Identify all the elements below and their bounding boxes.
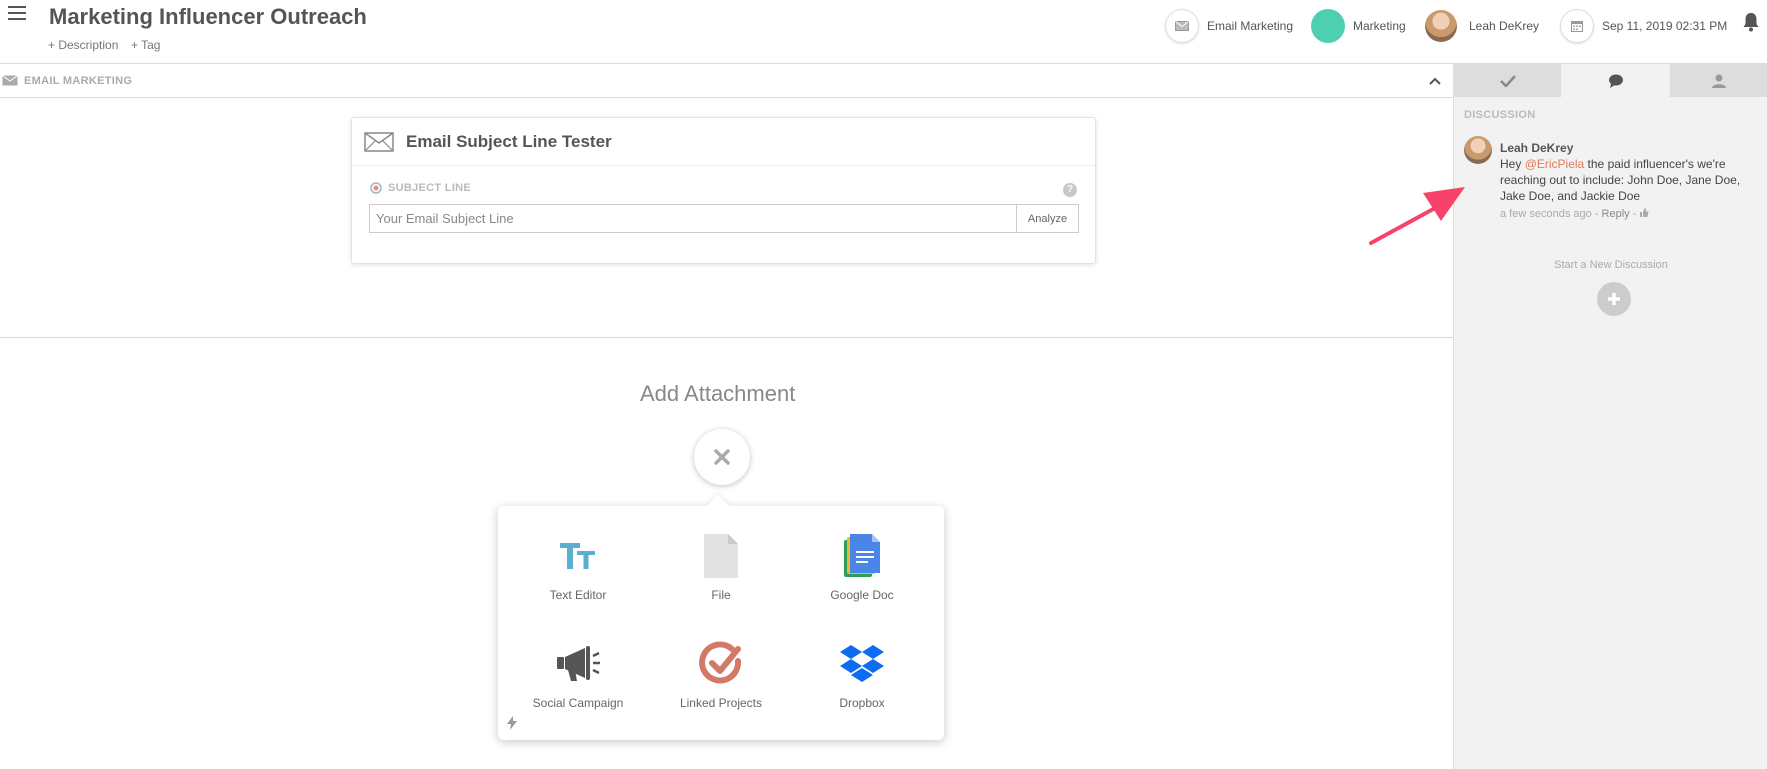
- project-type[interactable]: Email Marketing: [1165, 9, 1294, 43]
- team-selector[interactable]: Marketing: [1311, 9, 1406, 43]
- target-icon: [370, 182, 382, 194]
- envelope-icon: [1165, 9, 1199, 43]
- subject-label-row: SUBJECT LINE: [370, 182, 471, 194]
- checkmark-icon: [1499, 74, 1516, 87]
- attachment-menu: Text Editor File Google Doc Social Campa…: [498, 506, 944, 740]
- section-bar: EMAIL MARKETING: [0, 64, 1453, 98]
- comment-author: Leah DeKrey: [1500, 141, 1574, 155]
- subject-label: SUBJECT LINE: [388, 182, 472, 194]
- separator: -: [1591, 208, 1602, 220]
- help-icon[interactable]: ?: [1063, 183, 1077, 197]
- close-button[interactable]: [694, 429, 750, 485]
- attach-dropbox[interactable]: Dropbox: [792, 640, 932, 730]
- user-icon: [1711, 74, 1726, 88]
- comment-text: Hey: [1500, 157, 1525, 171]
- project-type-label: Email Marketing: [1207, 19, 1294, 33]
- linked-projects-icon: [699, 641, 742, 684]
- text-editor-icon: [560, 543, 595, 569]
- tab-people[interactable]: [1670, 64, 1767, 97]
- attach-linked-projects[interactable]: Linked Projects: [651, 640, 791, 730]
- section-label: EMAIL MARKETING: [24, 74, 133, 87]
- mention-link[interactable]: @EricPiela: [1525, 157, 1585, 171]
- dropbox-icon: [840, 645, 884, 682]
- envelope-icon: [2, 75, 18, 86]
- attach-file[interactable]: File: [651, 532, 791, 622]
- assignee[interactable]: Leah DeKrey: [1425, 10, 1539, 42]
- card-header: Email Subject Line Tester: [352, 118, 1095, 166]
- megaphone-icon: [557, 646, 600, 681]
- separator: -: [1629, 208, 1640, 220]
- attach-social-campaign[interactable]: Social Campaign: [508, 640, 648, 730]
- card-title: Email Subject Line Tester: [406, 131, 612, 151]
- add-tag-link[interactable]: + Tag: [131, 38, 160, 52]
- lightning-icon[interactable]: [506, 716, 518, 730]
- envelope-icon: [364, 131, 394, 152]
- attach-label: Text Editor: [549, 588, 607, 602]
- calendar-icon: [1560, 9, 1594, 43]
- subject-tester-card: Email Subject Line Tester SUBJECT LINE ?…: [351, 117, 1096, 264]
- google-doc-icon: [844, 534, 880, 577]
- avatar: [1464, 136, 1492, 164]
- attach-label: Dropbox: [839, 696, 885, 710]
- avatar: [1425, 10, 1457, 42]
- add-attachment-title: Add Attachment: [640, 381, 796, 406]
- attach-text-editor[interactable]: Text Editor: [508, 532, 648, 622]
- divider: [0, 337, 1453, 338]
- attach-google-doc[interactable]: Google Doc: [792, 532, 932, 622]
- team-color-dot: [1311, 9, 1345, 43]
- add-description-link[interactable]: + Description: [48, 38, 118, 52]
- file-icon: [704, 534, 738, 578]
- reply-link[interactable]: Reply: [1602, 208, 1630, 220]
- add-discussion-button[interactable]: [1597, 282, 1631, 316]
- plus-icon: [1608, 293, 1620, 305]
- speech-bubble-icon: [1608, 74, 1623, 88]
- header: Marketing Influencer Outreach + Descript…: [0, 0, 1767, 64]
- assignee-name: Leah DeKrey: [1469, 19, 1540, 33]
- discussion-heading: DISCUSSION: [1464, 109, 1536, 121]
- page-title: Marketing Influencer Outreach: [49, 4, 367, 29]
- attach-label: Google Doc: [830, 588, 894, 602]
- chevron-up-icon[interactable]: [1427, 73, 1443, 89]
- annotation-arrow: [1369, 187, 1465, 245]
- due-date[interactable]: Sep 11, 2019 02:31 PM: [1560, 9, 1728, 43]
- comment-time: a few seconds ago: [1500, 208, 1592, 220]
- due-date-label: Sep 11, 2019 02:31 PM: [1602, 19, 1728, 33]
- team-label: Marketing: [1353, 19, 1406, 33]
- bell-icon[interactable]: [1742, 12, 1760, 32]
- comment: Leah DeKrey Hey @EricPiela the paid infl…: [1500, 140, 1750, 222]
- attach-label: Social Campaign: [532, 696, 624, 710]
- comment-body: Hey @EricPiela the paid influencer's we'…: [1500, 156, 1750, 204]
- subject-line-input[interactable]: [369, 204, 1016, 233]
- attach-label: File: [711, 588, 731, 602]
- analyze-button[interactable]: Analyze: [1016, 204, 1079, 233]
- tab-tasks[interactable]: [1454, 64, 1562, 97]
- tab-discussion[interactable]: [1562, 64, 1670, 97]
- discussion-sidebar: DISCUSSION Leah DeKrey Hey @EricPiela th…: [1453, 64, 1767, 769]
- start-discussion-label: Start a New Discussion: [1554, 259, 1668, 271]
- thumbs-up-icon[interactable]: [1639, 208, 1649, 217]
- sidebar-tabs: [1454, 64, 1767, 97]
- attach-label: Linked Projects: [679, 696, 763, 710]
- menu-icon[interactable]: [8, 6, 26, 20]
- close-icon: [714, 449, 730, 465]
- comment-meta: a few seconds ago - Reply -: [1500, 206, 1750, 222]
